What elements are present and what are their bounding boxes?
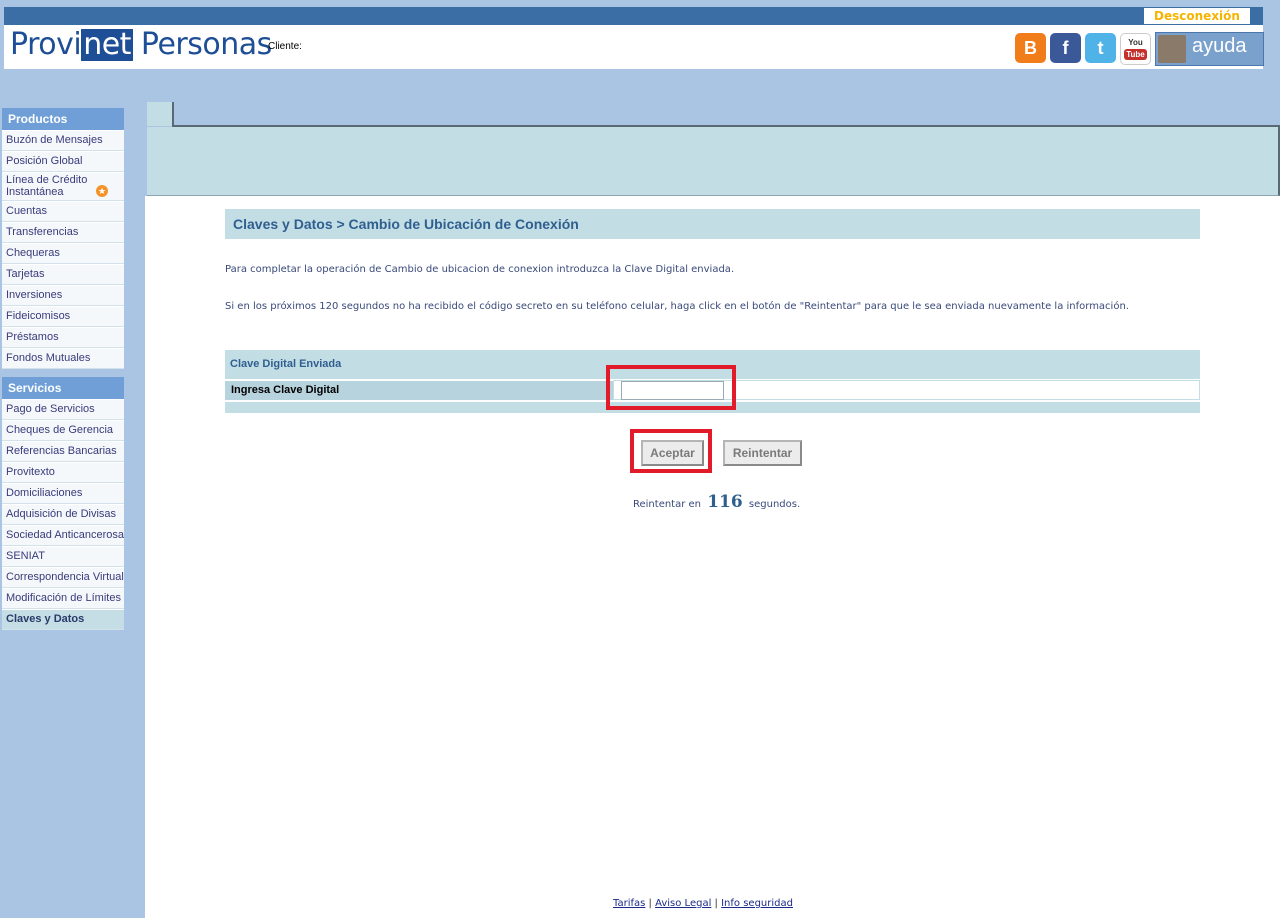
tab-panel	[147, 127, 1280, 196]
input-highlight-box	[606, 365, 736, 410]
top-bar	[4, 7, 1263, 25]
youtube-icon-bottom: Tube	[1124, 49, 1147, 60]
sidebar-item-prestamos[interactable]: Préstamos	[2, 327, 124, 348]
sidebar-item-buzon-de-mensajes[interactable]: Buzón de Mensajes	[2, 130, 124, 151]
countdown-prefix: Reintentar en	[633, 499, 702, 510]
avatar	[1158, 35, 1186, 63]
sidebar: Productos Buzón de Mensajes Posición Glo…	[2, 108, 124, 630]
sidebar-item-inversiones[interactable]: Inversiones	[2, 285, 124, 306]
retry-button[interactable]: Reintentar	[723, 440, 802, 466]
youtube-icon[interactable]: You Tube	[1120, 33, 1151, 65]
logo-text-net: net	[81, 27, 133, 62]
logo-text-personas: Personas	[140, 27, 272, 62]
sidebar-item-linea-de-credito[interactable]: Línea de Crédito Instantánea ★	[2, 172, 124, 201]
instruction-text: Para completar la operación de Cambio de…	[225, 264, 735, 275]
sidebar-item-referencias-bancarias[interactable]: Referencias Bancarias	[2, 441, 124, 462]
sidebar-item-chequeras[interactable]: Chequeras	[2, 243, 124, 264]
sidebar-item-pago-de-servicios[interactable]: Pago de Servicios	[2, 399, 124, 420]
sidebar-item-seniat[interactable]: SENIAT	[2, 546, 124, 567]
help-button[interactable]: ayuda	[1155, 32, 1264, 66]
logo-text-provi: Provi	[10, 27, 82, 62]
logout-button[interactable]: Desconexión	[1144, 8, 1250, 24]
sidebar-item-fondos-mutuales[interactable]: Fondos Mutuales	[2, 348, 124, 369]
retry-instruction-text: Si en los próximos 120 segundos no ha re…	[225, 301, 1129, 312]
sidebar-item-label: Línea de Crédito Instantánea	[6, 174, 88, 198]
blogger-icon[interactable]: B	[1015, 33, 1046, 63]
facebook-icon[interactable]: f	[1050, 33, 1081, 63]
new-badge-icon: ★	[96, 185, 108, 197]
sidebar-item-correspondencia-virtual[interactable]: Correspondencia Virtual	[2, 567, 124, 588]
sidebar-item-cheques-de-gerencia[interactable]: Cheques de Gerencia	[2, 420, 124, 441]
provinet-logo: Provinet Personas	[10, 27, 272, 63]
sidebar-item-cuentas[interactable]: Cuentas	[2, 201, 124, 222]
twitter-icon[interactable]: t	[1085, 33, 1116, 63]
button-highlight-box	[630, 429, 712, 473]
sidebar-item-claves-y-datos[interactable]: Claves y Datos	[2, 609, 124, 630]
sidebar-item-provitexto[interactable]: Provitexto	[2, 462, 124, 483]
client-label: Cliente:	[268, 41, 302, 52]
countdown-seconds: 116	[707, 492, 743, 512]
sidebar-section-productos: Productos	[2, 108, 124, 130]
sidebar-item-sociedad-anticancerosa[interactable]: Sociedad Anticancerosa	[2, 525, 124, 546]
footer-separator: |	[714, 898, 718, 909]
tab-header	[147, 102, 174, 126]
countdown-text: Reintentar en 116 segundos.	[633, 492, 800, 512]
sidebar-item-tarjetas[interactable]: Tarjetas	[2, 264, 124, 285]
digital-key-label: Ingresa Clave Digital	[225, 381, 613, 400]
sidebar-section-servicios: Servicios	[2, 377, 124, 399]
info-seguridad-link[interactable]: Info seguridad	[721, 898, 793, 909]
aviso-legal-link[interactable]: Aviso Legal	[655, 898, 711, 909]
footer-separator: |	[648, 898, 652, 909]
tarifas-link[interactable]: Tarifas	[613, 898, 645, 909]
countdown-suffix: segundos.	[748, 499, 801, 510]
sidebar-item-transferencias[interactable]: Transferencias	[2, 222, 124, 243]
sidebar-item-adquisicion-de-divisas[interactable]: Adquisición de Divisas	[2, 504, 124, 525]
footer-links: Tarifas | Aviso Legal | Info seguridad	[613, 898, 793, 909]
youtube-icon-top: You	[1128, 38, 1143, 47]
sidebar-item-modificacion-de-limites[interactable]: Modificación de Límites	[2, 588, 124, 609]
sidebar-item-domiciliaciones[interactable]: Domiciliaciones	[2, 483, 124, 504]
sidebar-item-posicion-global[interactable]: Posición Global	[2, 151, 124, 172]
help-label: ayuda	[1192, 35, 1247, 57]
sidebar-item-fideicomisos[interactable]: Fideicomisos	[2, 306, 124, 327]
page-title: Claves y Datos > Cambio de Ubicación de …	[225, 209, 1200, 239]
